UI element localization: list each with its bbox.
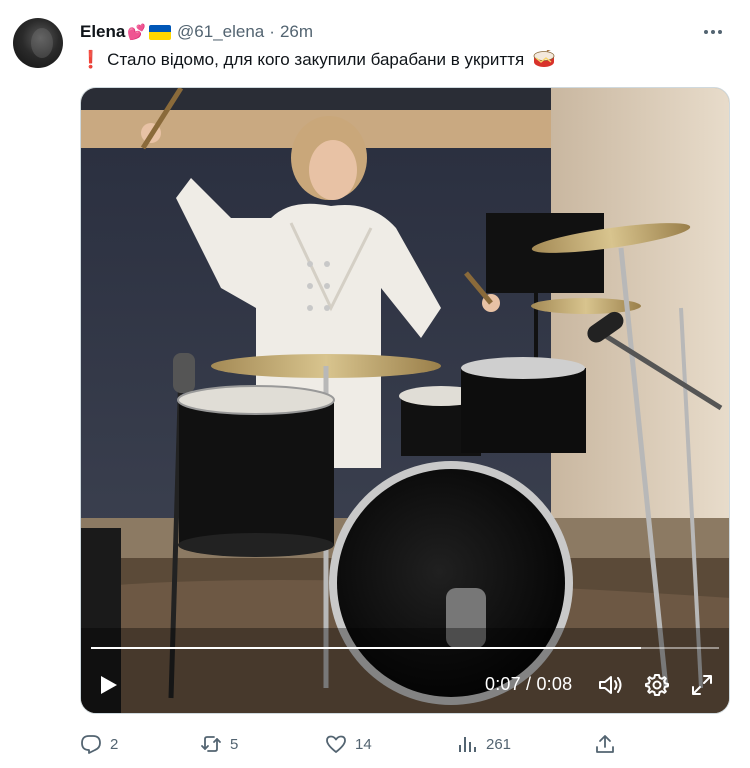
user-handle[interactable]: @61_elena	[177, 22, 264, 42]
display-name[interactable]: Elena	[80, 22, 125, 42]
fullscreen-icon[interactable]	[690, 673, 714, 697]
video-frame	[81, 88, 729, 713]
video-player[interactable]: 0:07 / 0:08	[80, 87, 730, 714]
tweet-time[interactable]: 26m	[280, 22, 313, 42]
views-icon	[459, 737, 476, 752]
retweet-count: 5	[230, 735, 239, 753]
play-icon[interactable]	[97, 674, 119, 696]
tweet-text: Стало відомо, для кого закупили барабани…	[107, 50, 525, 69]
tweet-actions: 2 5 14 261	[80, 731, 640, 757]
retweet-button[interactable]: 5	[200, 731, 238, 757]
tweet-header: Elena 💕 @61_elena · 26m	[80, 20, 730, 44]
heart-icon	[326, 735, 346, 753]
drum-icon	[533, 50, 555, 67]
video-time: 0:07 / 0:08	[485, 674, 572, 695]
views-button[interactable]: 261	[456, 731, 511, 757]
video-time-separator: /	[520, 674, 537, 694]
view-count: 261	[486, 735, 512, 753]
exclamation-icon: ❗	[80, 50, 102, 69]
tweet-text-row: ❗ Стало відомо, для кого закупили барабан…	[80, 48, 730, 72]
share-button[interactable]	[594, 731, 624, 757]
like-count: 14	[355, 735, 372, 753]
avatar[interactable]	[13, 18, 63, 68]
separator-dot: ·	[269, 22, 275, 41]
reply-icon	[81, 735, 101, 754]
retweet-icon	[201, 736, 221, 752]
volume-icon[interactable]	[598, 673, 624, 697]
reply-button[interactable]: 2	[80, 731, 118, 757]
video-current-time: 0:07	[485, 674, 521, 694]
video-progress-fill	[91, 647, 641, 649]
share-icon	[596, 735, 614, 753]
more-options-icon[interactable]	[696, 20, 730, 44]
like-button[interactable]: 14	[325, 731, 372, 757]
ukraine-flag-icon	[149, 24, 172, 40]
settings-icon[interactable]	[645, 673, 669, 697]
two-hearts-icon: 💕	[127, 24, 147, 41]
video-duration: 0:08	[536, 674, 573, 694]
reply-count: 2	[110, 735, 119, 753]
video-progress-bar[interactable]	[91, 647, 719, 649]
